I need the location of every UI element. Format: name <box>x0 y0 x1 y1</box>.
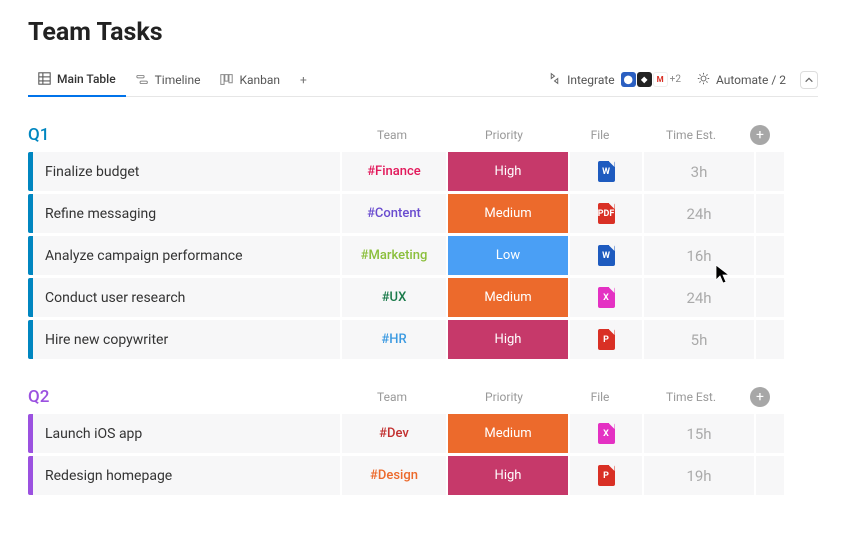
row-end-cell[interactable] <box>756 320 784 359</box>
team-cell[interactable]: #Finance <box>342 152 446 191</box>
column-header-team[interactable]: Team <box>340 128 444 142</box>
time-cell[interactable]: 16h <box>644 236 754 275</box>
column-header-time[interactable]: Time Est. <box>636 128 746 142</box>
tab-label: Kanban <box>239 73 280 87</box>
file-icon: X <box>598 287 615 308</box>
row-end-cell[interactable] <box>756 194 784 233</box>
team-cell[interactable]: #Marketing <box>342 236 446 275</box>
page-title: Team Tasks <box>28 18 818 47</box>
automate-button[interactable]: Automate / 2 <box>689 72 794 88</box>
column-header-priority[interactable]: Priority <box>444 390 564 404</box>
row-end-cell[interactable] <box>756 278 784 317</box>
team-cell[interactable]: #UX <box>342 278 446 317</box>
column-header-file[interactable]: File <box>564 128 636 142</box>
team-cell[interactable]: #HR <box>342 320 446 359</box>
priority-cell[interactable]: Medium <box>448 278 568 317</box>
task-cell[interactable]: Launch iOS app <box>33 414 340 453</box>
group-header: Q2 Team Priority File Time Est. + <box>28 383 818 411</box>
integrate-app-icons: ⬤ ◆ M +2 <box>621 72 681 87</box>
column-header-time[interactable]: Time Est. <box>636 390 746 404</box>
file-cell[interactable]: X <box>570 414 642 453</box>
task-cell[interactable]: Redesign homepage <box>33 456 340 495</box>
file-icon: X <box>598 423 615 444</box>
team-cell[interactable]: #Content <box>342 194 446 233</box>
task-cell[interactable]: Hire new copywriter <box>33 320 340 359</box>
time-cell[interactable]: 3h <box>644 152 754 191</box>
file-cell[interactable]: P <box>570 456 642 495</box>
file-cell[interactable]: PDF <box>570 194 642 233</box>
table-row[interactable]: Hire new copywriter #HR High P 5h <box>28 320 818 359</box>
view-toolbar: Main Table Timeline Kanban + Integrate ⬤… <box>28 63 818 97</box>
task-cell[interactable]: Refine messaging <box>33 194 340 233</box>
tab-label: Main Table <box>57 72 116 86</box>
add-column-button[interactable]: + <box>750 387 770 407</box>
time-cell[interactable]: 24h <box>644 278 754 317</box>
add-view-button[interactable]: + <box>290 73 317 87</box>
task-cell[interactable]: Analyze campaign performance <box>33 236 340 275</box>
table-row[interactable]: Finalize budget #Finance High W 3h <box>28 152 818 191</box>
time-cell[interactable]: 24h <box>644 194 754 233</box>
table-row[interactable]: Redesign homepage #Design High P 19h <box>28 456 818 495</box>
priority-cell[interactable]: Medium <box>448 414 568 453</box>
task-cell[interactable]: Conduct user research <box>33 278 340 317</box>
integrate-label: Integrate <box>567 73 615 87</box>
file-cell[interactable]: W <box>570 236 642 275</box>
collapse-button[interactable] <box>800 71 818 89</box>
chevron-up-icon <box>804 75 814 85</box>
app-icon: ◆ <box>637 72 652 87</box>
tab-label: Timeline <box>155 73 201 87</box>
time-cell[interactable]: 5h <box>644 320 754 359</box>
priority-cell[interactable]: Low <box>448 236 568 275</box>
row-end-cell[interactable] <box>756 236 784 275</box>
app-icon: ⬤ <box>621 72 636 87</box>
file-icon: P <box>598 329 615 350</box>
column-header-file[interactable]: File <box>564 390 636 404</box>
row-end-cell[interactable] <box>756 414 784 453</box>
file-icon: P <box>598 465 615 486</box>
integrate-extra-count: +2 <box>670 74 681 85</box>
table-row[interactable]: Refine messaging #Content Medium PDF 24h <box>28 194 818 233</box>
tab-kanban[interactable]: Kanban <box>210 63 290 97</box>
column-header-team[interactable]: Team <box>340 390 444 404</box>
priority-cell[interactable]: High <box>448 456 568 495</box>
file-icon: W <box>598 245 615 266</box>
add-column-button[interactable]: + <box>750 125 770 145</box>
priority-cell[interactable]: High <box>448 152 568 191</box>
file-icon: W <box>598 161 615 182</box>
priority-cell[interactable]: Medium <box>448 194 568 233</box>
tab-timeline[interactable]: Timeline <box>126 63 211 97</box>
timeline-icon <box>136 73 149 86</box>
automate-icon <box>697 72 710 88</box>
tab-main-table[interactable]: Main Table <box>28 63 126 97</box>
file-cell[interactable]: W <box>570 152 642 191</box>
column-header-priority[interactable]: Priority <box>444 128 564 142</box>
table-row[interactable]: Launch iOS app #Dev Medium X 15h <box>28 414 818 453</box>
row-end-cell[interactable] <box>756 456 784 495</box>
team-cell[interactable]: #Dev <box>342 414 446 453</box>
automate-label: Automate / 2 <box>716 73 786 87</box>
file-icon: PDF <box>598 203 615 224</box>
integrate-button[interactable]: Integrate ⬤ ◆ M +2 <box>540 72 689 88</box>
group-header: Q1 Team Priority File Time Est. + <box>28 121 818 149</box>
task-cell[interactable]: Finalize budget <box>33 152 340 191</box>
table-row[interactable]: Conduct user research #UX Medium X 24h <box>28 278 818 317</box>
team-cell[interactable]: #Design <box>342 456 446 495</box>
time-cell[interactable]: 15h <box>644 414 754 453</box>
group-title[interactable]: Q1 <box>28 125 340 145</box>
row-end-cell[interactable] <box>756 152 784 191</box>
priority-cell[interactable]: High <box>448 320 568 359</box>
file-cell[interactable]: X <box>570 278 642 317</box>
time-cell[interactable]: 19h <box>644 456 754 495</box>
gmail-icon: M <box>653 72 668 87</box>
group-title[interactable]: Q2 <box>28 387 340 407</box>
file-cell[interactable]: P <box>570 320 642 359</box>
kanban-icon <box>220 73 233 86</box>
main-table-icon <box>38 72 51 85</box>
table-row[interactable]: Analyze campaign performance #Marketing … <box>28 236 818 275</box>
integrate-icon <box>548 72 561 88</box>
